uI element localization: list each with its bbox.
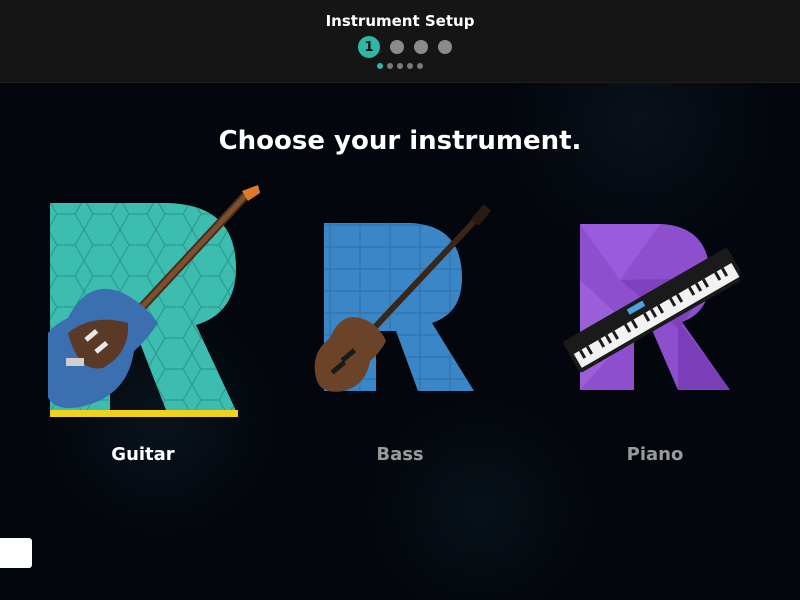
- instrument-card-bass[interactable]: Bass: [300, 203, 500, 465]
- step-current: 1: [358, 36, 380, 58]
- step-indicator: 1: [0, 36, 800, 58]
- instrument-card-guitar[interactable]: Guitar: [41, 183, 263, 465]
- pager-dot-active: [377, 63, 383, 69]
- instrument-label-piano: Piano: [626, 444, 684, 465]
- guitar-icon: [41, 185, 260, 417]
- piano-icon: [563, 224, 744, 390]
- header-bar: Instrument Setup 1: [0, 0, 800, 83]
- selected-underline: [50, 410, 238, 417]
- pager-dot: [407, 63, 413, 69]
- corner-button[interactable]: [0, 538, 32, 568]
- app-root: Instrument Setup 1 Choose your instrumen…: [0, 0, 800, 600]
- bass-icon: [314, 204, 491, 392]
- instrument-label-bass: Bass: [376, 444, 424, 465]
- step-dot: [390, 40, 404, 54]
- pager-dot: [417, 63, 423, 69]
- step-dot: [414, 40, 428, 54]
- instrument-card-piano[interactable]: Piano: [560, 220, 744, 465]
- pager-dot: [397, 63, 403, 69]
- pager-dot: [387, 63, 393, 69]
- page-indicator: [0, 62, 800, 70]
- step-dot: [438, 40, 452, 54]
- page-title: Instrument Setup: [325, 12, 475, 30]
- choose-instrument-heading: Choose your instrument.: [218, 126, 582, 156]
- instrument-label-guitar: Guitar: [111, 444, 175, 465]
